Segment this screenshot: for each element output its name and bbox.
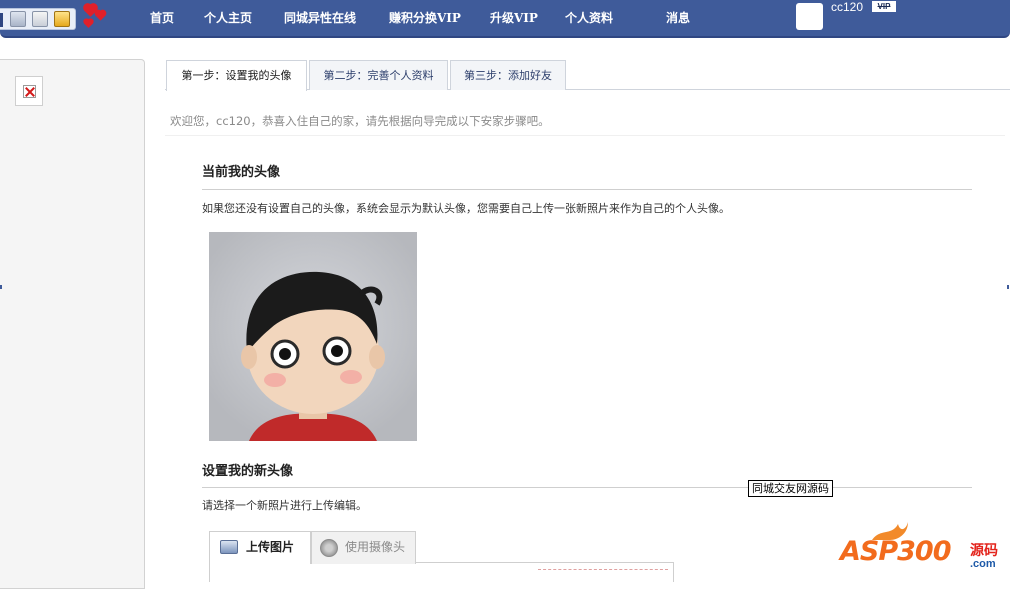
watermark-suffix: .com — [970, 558, 996, 570]
edge-marker-left — [0, 285, 2, 289]
picture-icon — [220, 540, 238, 554]
nav-local-online[interactable]: 同城异性在线 — [284, 9, 356, 26]
nav-profile[interactable]: 个人资料 — [565, 9, 613, 26]
top-navbar: 首页 个人主页 同城异性在线 赚积分换VIP 升级VIP 个人资料 消息 cc1… — [0, 0, 1010, 38]
new-avatar-divider — [202, 487, 972, 488]
printer-icon[interactable] — [10, 11, 26, 27]
nav-personal-page[interactable]: 个人主页 — [204, 9, 252, 26]
tooltip: 同城交友网源码 — [748, 480, 833, 497]
nav-messages[interactable]: 消息 — [666, 9, 690, 26]
mail-icon[interactable] — [32, 11, 48, 27]
current-avatar-divider — [202, 189, 972, 190]
cartoon-boy-illustration — [241, 271, 385, 441]
nav-upgrade-vip[interactable]: 升级VIP — [490, 9, 538, 26]
nav-points-vip[interactable]: 赚积分换VIP — [389, 9, 461, 26]
tab-step-1[interactable]: 第一步：设置我的头像 — [166, 60, 307, 91]
upload-picture-label: 上传图片 — [246, 540, 295, 554]
nav-home[interactable]: 首页 — [150, 9, 174, 26]
current-avatar-title: 当前我的头像 — [202, 165, 281, 180]
welcome-text: 欢迎您，cc120，恭喜入住自己的家，请先根据向导完成以下安家步骤吧。 — [170, 114, 550, 128]
watermark-logo: ASP300 源码 .com — [836, 520, 1008, 575]
default-avatar-image — [209, 232, 417, 441]
broken-image-icon — [15, 76, 43, 106]
folder-icon[interactable] — [54, 11, 70, 27]
vip-badge: VIP — [872, 1, 896, 12]
new-avatar-desc: 请选择一个新照片进行上传编辑。 — [202, 499, 367, 512]
watermark-brand: ASP300 — [840, 536, 951, 567]
tab-upload-picture[interactable]: 上传图片 — [209, 531, 311, 564]
new-avatar-title: 设置我的新头像 — [202, 464, 294, 479]
user-name[interactable]: cc120 — [831, 0, 863, 14]
user-avatar[interactable] — [796, 3, 823, 30]
left-sidebar — [0, 59, 145, 589]
toolbar-marker — [0, 13, 3, 27]
toolbar-strip — [0, 8, 76, 30]
edge-marker-right — [1007, 285, 1009, 289]
hearts-icon — [76, 0, 108, 28]
use-camera-label: 使用摄像头 — [345, 540, 406, 554]
upload-area-border — [538, 569, 668, 575]
tab-use-camera[interactable]: 使用摄像头 — [311, 531, 416, 564]
camera-icon — [320, 539, 338, 557]
watermark-cn: 源码 — [970, 543, 998, 559]
current-avatar-desc: 如果您还没有设置自己的头像，系统会显示为默认头像，您需要自己上传一张新照片来作为… — [202, 202, 730, 215]
tab-step-2[interactable]: 第二步：完善个人资料 — [309, 60, 448, 90]
welcome-divider — [165, 135, 1005, 136]
tab-step-3[interactable]: 第三步：添加好友 — [450, 60, 566, 90]
